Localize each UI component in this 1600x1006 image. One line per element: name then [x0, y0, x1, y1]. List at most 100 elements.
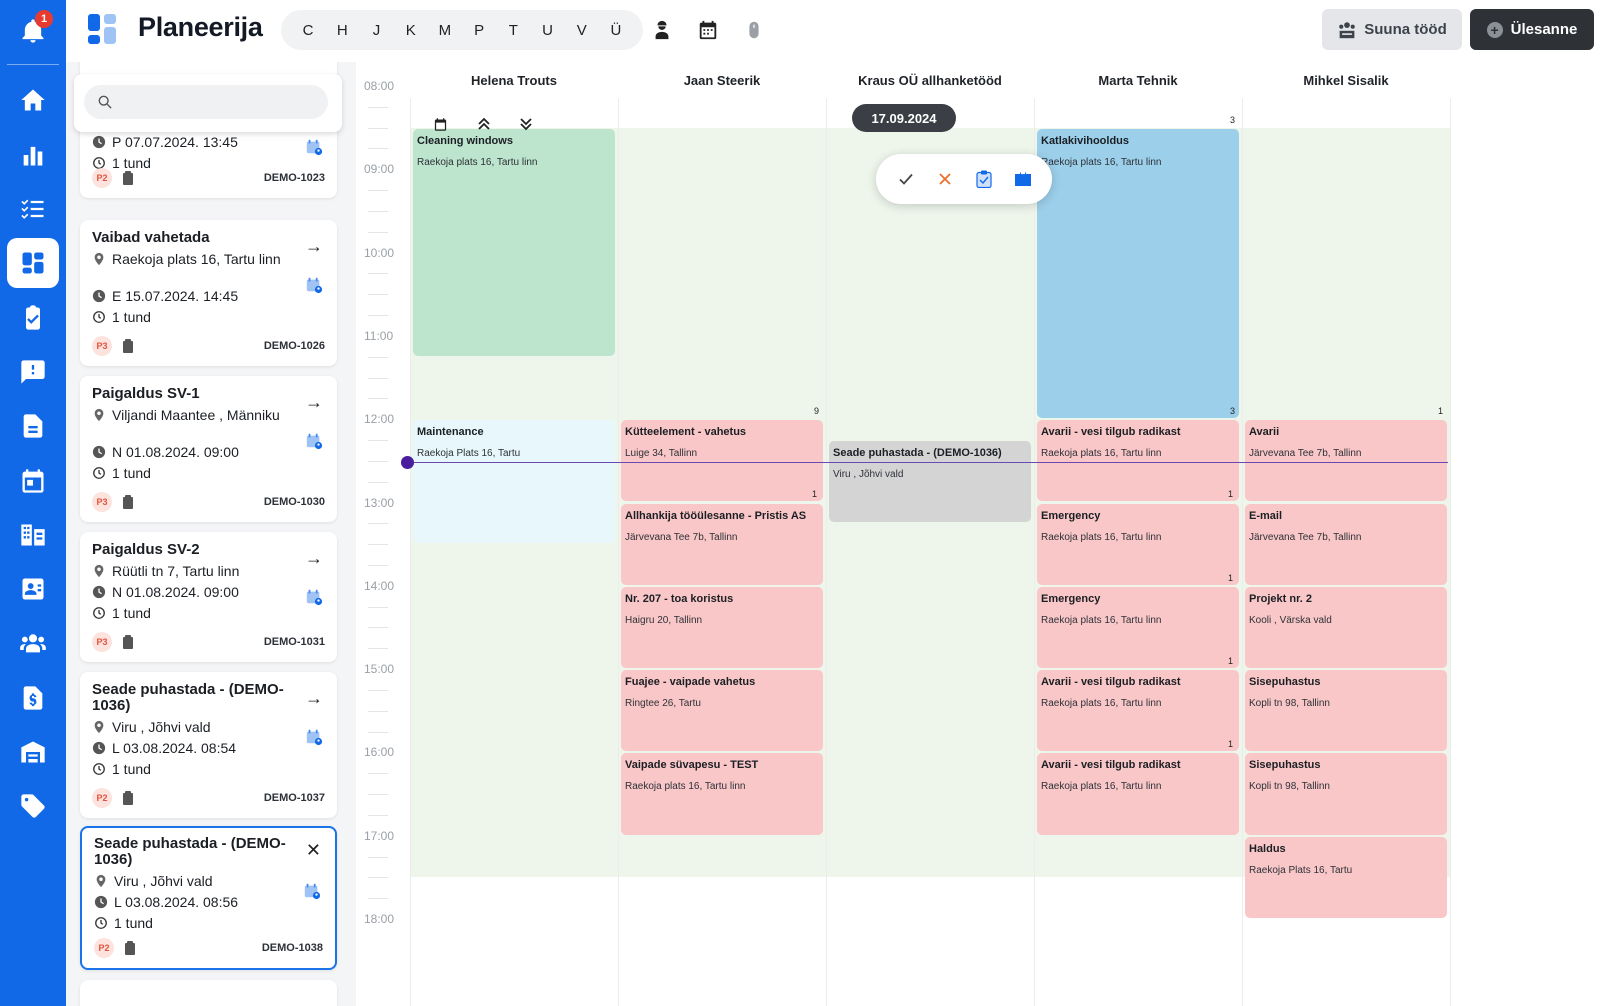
calendar-user-icon[interactable] — [305, 138, 323, 156]
task-card[interactable]: Paigaldus SV-2 → Rüütli tn 7, Tartu linn… — [80, 532, 337, 662]
cancel-button[interactable] — [933, 167, 957, 191]
letter-filter-c[interactable]: C — [291, 15, 325, 45]
toolbox-button[interactable] — [1011, 167, 1035, 191]
expand-down-button[interactable] — [516, 114, 536, 134]
letter-filter-u[interactable]: U — [530, 15, 564, 45]
mouse-mode-button[interactable] — [741, 17, 767, 43]
task-title: Paigaldus SV-2 — [92, 541, 200, 558]
calendar-event[interactable]: E-mail Järvevana Tee 7b, Tallinn — [1245, 503, 1447, 585]
time-tick — [368, 689, 388, 691]
letter-filter-m[interactable]: M — [428, 15, 462, 45]
arrow-right-icon[interactable]: → — [305, 236, 323, 257]
nav-incidents[interactable] — [7, 347, 59, 397]
calendar-event[interactable]: Sisepuhastus Kopli tn 98, Tallinn — [1245, 670, 1447, 752]
time-label: 10:00 — [364, 245, 395, 260]
nav-contacts[interactable] — [7, 564, 59, 614]
calendar-user-icon[interactable] — [305, 588, 323, 606]
expand-up-button[interactable] — [474, 114, 494, 134]
task-title: Paigaldus SV-1 — [92, 385, 200, 402]
date-picker-button[interactable] — [430, 114, 450, 134]
calendar-user-icon[interactable] — [305, 276, 323, 294]
task-card[interactable]: Paigaldus SV-1 → Viljandi Maantee , Männ… — [80, 376, 337, 522]
timer-icon — [93, 607, 105, 619]
event-address: Raekoja plats 16, Tartu linn — [625, 781, 746, 793]
event-title: Vaipade süvapesu - TEST — [625, 759, 759, 772]
nav-assignments[interactable] — [7, 293, 59, 343]
calendar-event[interactable]: Haldus Raekoja Plats 16, Tartu — [1245, 836, 1447, 918]
arrow-right-icon[interactable]: → — [305, 548, 323, 569]
nav-documents[interactable] — [7, 401, 59, 451]
arrow-right-icon[interactable]: → — [305, 688, 323, 709]
nav-task-list[interactable] — [7, 184, 59, 234]
nav-warehouse[interactable] — [7, 727, 59, 777]
toolbox-icon — [1014, 172, 1031, 186]
resource-column-header[interactable]: Marta Tehnik — [1034, 62, 1242, 98]
assign-task-button[interactable] — [972, 167, 996, 191]
task-card-selected[interactable]: Seade puhastada - (DEMO-1036) ✕ Viru , J… — [80, 826, 337, 970]
calendar-event[interactable]: Emergency Raekoja plats 16, Tartu linn 1 — [1037, 503, 1239, 585]
nav-calendar[interactable] — [7, 456, 59, 506]
calendar-event[interactable]: Kütteelement - vahetus Luige 34, Tallinn 1 — [621, 420, 823, 502]
task-date: E 15.07.2024. 14:45 — [112, 288, 239, 304]
event-title: Seade puhastada - (DEMO-1036) — [833, 447, 1002, 460]
task-card[interactable]: Seade puhastada - (DEMO-1036) → Viru , J… — [80, 672, 337, 818]
calendar-view-button[interactable] — [695, 17, 721, 43]
notifications-button[interactable]: 1 — [7, 6, 59, 56]
letter-filter-p[interactable]: P — [462, 15, 496, 45]
selected-date-pill[interactable]: 17.09.2024 — [852, 104, 956, 132]
calendar-event[interactable]: Avarii Järvevana Tee 7b, Tallinn — [1245, 420, 1447, 502]
nav-users[interactable] — [7, 618, 59, 668]
assign-work-button[interactable]: Suuna tööd — [1322, 9, 1462, 50]
calendar-event[interactable]: Avarii - vesi tilgub radikast Raekoja pla… — [1037, 420, 1239, 502]
calendar-event[interactable]: Allhankija tööülesanne - Pristis AS Järve… — [621, 503, 823, 585]
calendar-event[interactable]: Maintenance Raekoja Plats 16, Tartu — [413, 420, 615, 544]
calendar-event[interactable]: Emergency Raekoja plats 16, Tartu linn 1 — [1037, 586, 1239, 669]
task-date: P 07.07.2024. 13:45 — [112, 134, 238, 150]
resource-column-header[interactable]: Mihkel Sisalik — [1242, 62, 1450, 98]
letter-filter-t[interactable]: T — [496, 15, 530, 45]
confirm-button[interactable] — [894, 167, 918, 191]
nav-invoices[interactable] — [7, 673, 59, 723]
letter-filter-h[interactable]: H — [325, 15, 359, 45]
resource-column-header[interactable]: Kraus OÜ allhanketööd — [826, 62, 1034, 98]
calendar-event[interactable]: Projekt nr. 2 Kooli , Värska vald — [1245, 586, 1447, 669]
calendar-event[interactable]: Katlakivihooldus Raekoja plats 16, Tartu … — [1037, 128, 1239, 419]
task-address: Viljandi Maantee , Männiku — [112, 407, 280, 423]
task-card[interactable] — [80, 980, 337, 1006]
calendar-event[interactable]: Seade puhastada - (DEMO-1036) Viru , Jõhv… — [829, 441, 1031, 523]
calendar-event[interactable]: Nr. 207 - toa koristus Haigru 20, Tallinn — [621, 586, 823, 669]
nav-planner[interactable] — [7, 238, 59, 288]
task-address: Raekoja plats 16, Tartu linn — [112, 251, 281, 267]
resource-column-header[interactable]: Jaan Steerik — [618, 62, 826, 98]
time-tick — [368, 377, 388, 379]
letter-filter-v[interactable]: V — [565, 15, 599, 45]
letter-filter-j[interactable]: J — [359, 15, 393, 45]
resource-column-header[interactable]: Helena Trouts — [410, 62, 618, 98]
letter-filter-k[interactable]: K — [394, 15, 428, 45]
calendar-event[interactable]: Vaipade süvapesu - TEST Raekoja plats 16,… — [621, 753, 823, 835]
calendar-icon — [699, 20, 717, 40]
time-label: 09:00 — [364, 162, 395, 177]
close-icon[interactable]: ✕ — [306, 840, 321, 861]
arrow-right-icon[interactable]: → — [305, 392, 323, 413]
nav-statistics[interactable] — [7, 130, 59, 180]
nav-objects[interactable] — [7, 510, 59, 560]
nav-tags[interactable] — [7, 781, 59, 831]
search-box — [84, 85, 328, 119]
task-card[interactable]: Vaibad vahetada → Raekoja plats 16, Tart… — [80, 220, 337, 366]
worker-filter-button[interactable] — [649, 17, 675, 43]
new-task-button[interactable]: + Ülesanne — [1470, 9, 1594, 50]
search-input[interactable] — [120, 94, 320, 110]
calendar-event[interactable]: Sisepuhastus Kopli tn 98, Tallinn — [1245, 753, 1447, 835]
calendar-event[interactable]: Avarii - vesi tilgub radikast Raekoja pla… — [1037, 753, 1239, 835]
event-address: Raekoja plats 16, Tartu linn — [1041, 156, 1162, 168]
calendar-event[interactable]: Avarii - vesi tilgub radikast Raekoja pla… — [1037, 670, 1239, 752]
nav-home[interactable] — [7, 75, 59, 125]
calendar-event[interactable]: Fuajee - vaipade vahetus Ringtee 26, Tart… — [621, 670, 823, 752]
letter-filter-u-umlaut[interactable]: Ü — [599, 15, 633, 45]
calendar-user-icon[interactable] — [305, 728, 323, 746]
calendar-user-icon[interactable] — [303, 882, 321, 900]
building-list-icon — [21, 524, 45, 546]
calendar-event[interactable]: Cleaning windows Raekoja plats 16, Tartu … — [413, 128, 615, 356]
calendar-user-icon[interactable] — [305, 432, 323, 450]
